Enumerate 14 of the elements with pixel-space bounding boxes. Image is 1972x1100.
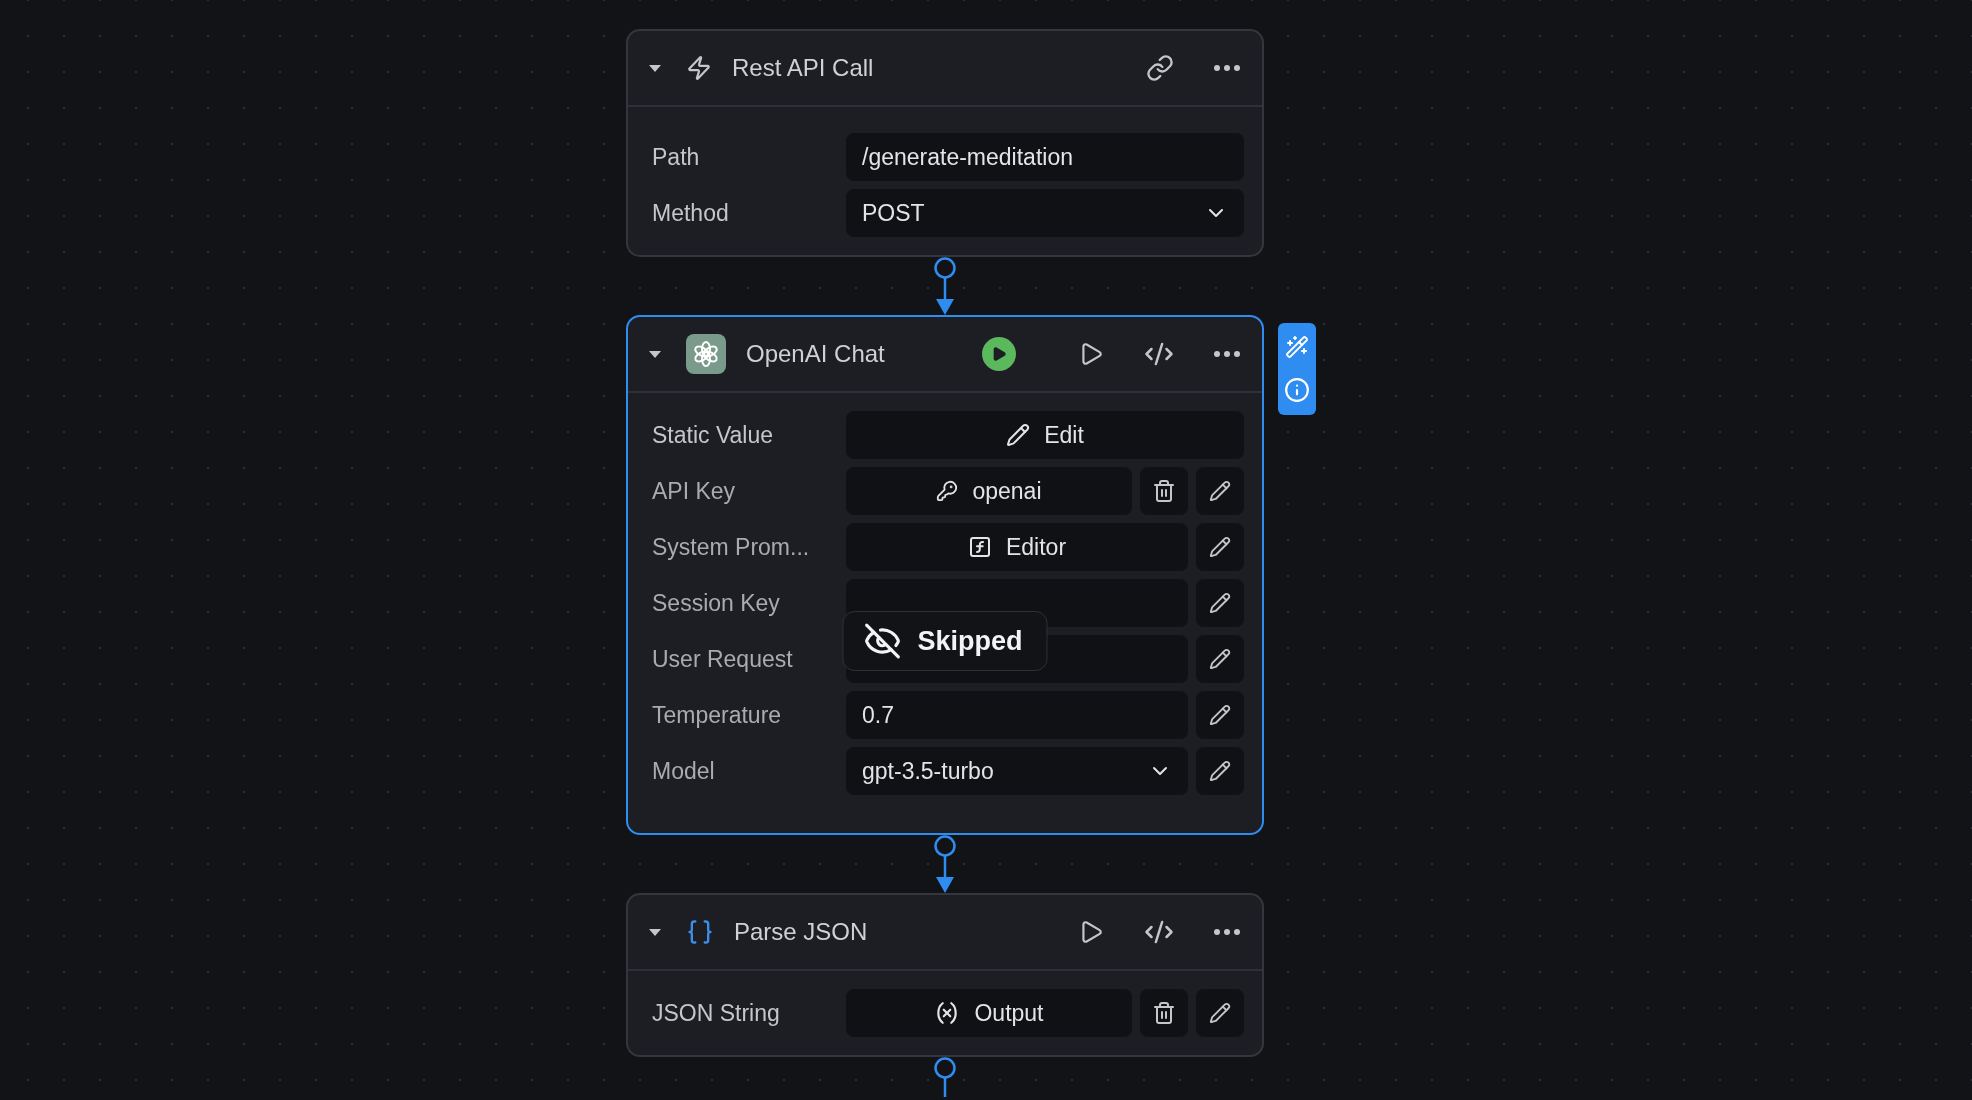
field-label: User Request	[652, 645, 793, 673]
field-label: JSON String	[652, 999, 780, 1027]
node-title: Parse JSON	[734, 918, 868, 946]
node-title: Rest API Call	[732, 54, 874, 82]
field-label: Static Value	[652, 421, 774, 449]
field-label: Path	[652, 143, 700, 171]
node-title: OpenAI Chat	[746, 340, 885, 368]
field-label: Session Key	[652, 589, 780, 617]
field-label: Temperature	[652, 701, 782, 729]
field-label: API Key	[652, 477, 736, 505]
field-label: Model	[652, 757, 715, 785]
skipped-label: Skipped	[917, 625, 1023, 657]
field-label: Method	[652, 199, 729, 227]
field-label: System Prom...	[652, 533, 810, 561]
